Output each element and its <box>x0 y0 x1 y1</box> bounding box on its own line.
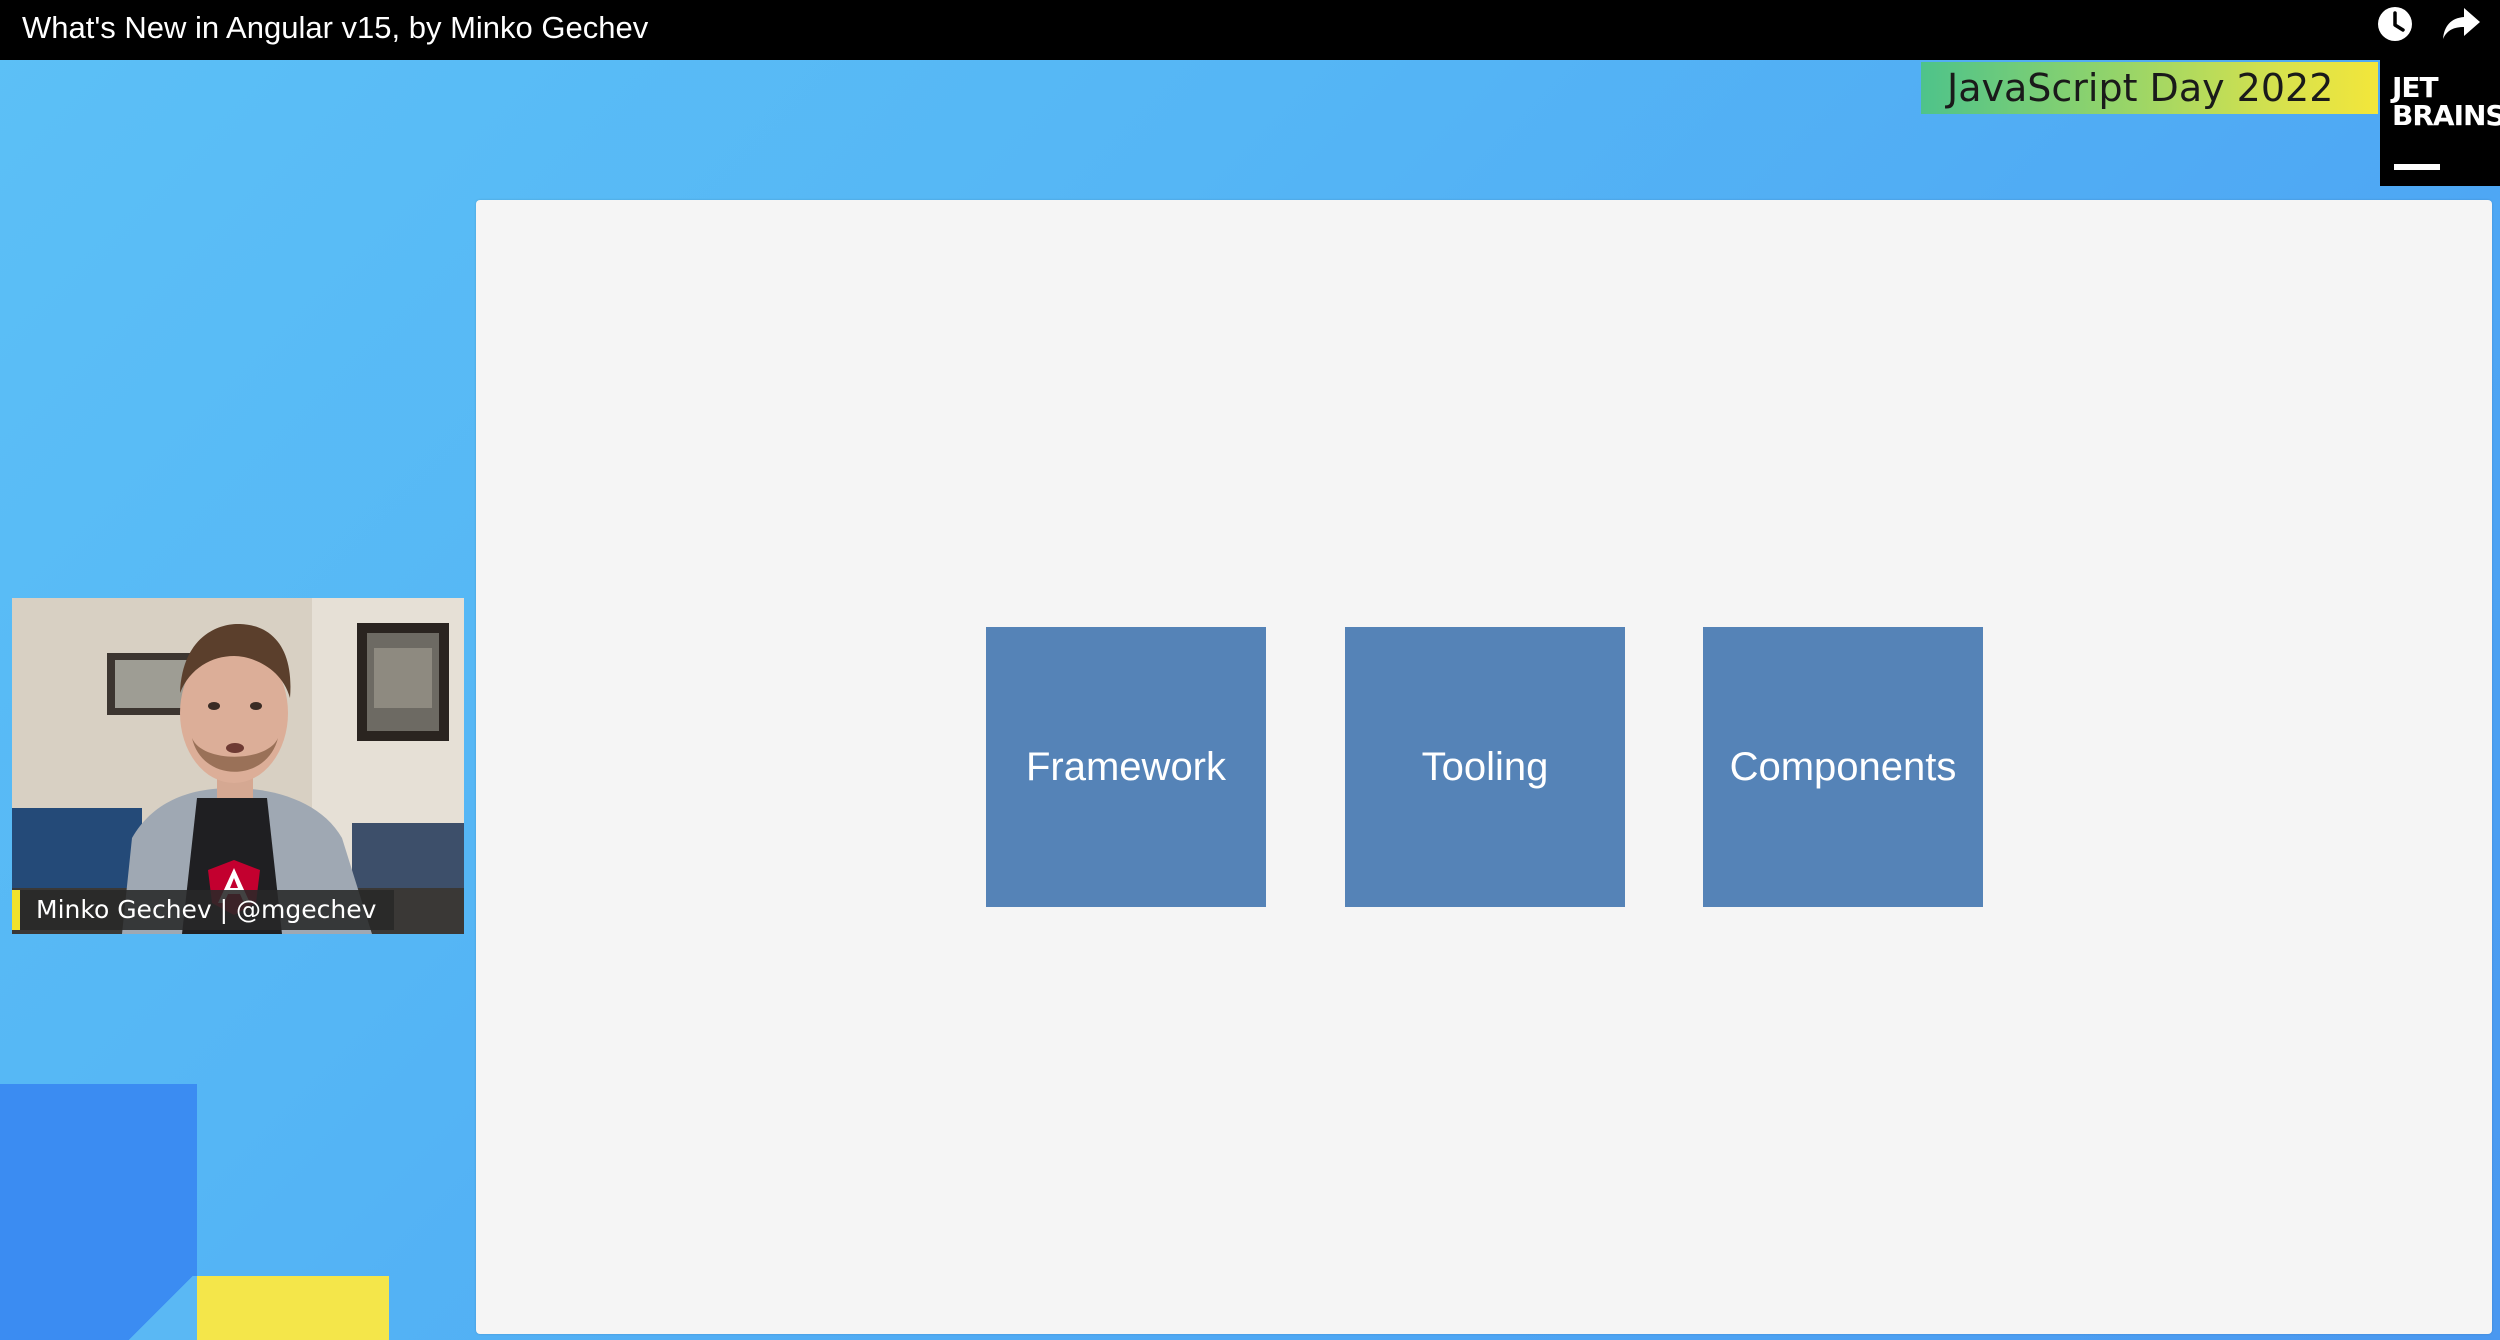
speaker-video-frame <box>12 598 464 934</box>
video-player[interactable]: What's New in Angular v15, by Minko Gech… <box>0 0 2500 1340</box>
slide-box-components: Components <box>1703 627 1983 907</box>
slide-box-framework: Framework <box>986 627 1266 907</box>
jetbrains-logo-line2: BRAINS <box>2392 99 2500 132</box>
watch-later-button[interactable] <box>2375 4 2415 44</box>
title-bar: What's New in Angular v15, by Minko Gech… <box>0 0 2500 60</box>
clock-icon <box>2378 7 2412 41</box>
speaker-webcam: Minko Gechev | @mgechev <box>12 598 464 934</box>
event-name: JavaScript Day 2022 <box>1947 66 2334 110</box>
share-button[interactable] <box>2440 4 2482 44</box>
speaker-tag-accent <box>12 890 20 930</box>
decorative-yellow-square <box>197 1276 389 1340</box>
speaker-name-label: Minko Gechev | @mgechev <box>36 895 377 924</box>
share-arrow-icon <box>2443 8 2480 39</box>
speaker-name-tag: Minko Gechev | @mgechev <box>12 890 395 930</box>
presentation-slide: Framework Tooling Components <box>476 200 2492 1334</box>
jetbrains-logo-bar <box>2394 164 2440 170</box>
jetbrains-logo: JET BRAINS <box>2380 60 2500 186</box>
video-title[interactable]: What's New in Angular v15, by Minko Gech… <box>22 8 648 48</box>
slide-box-tooling: Tooling <box>1345 627 1625 907</box>
event-banner: JavaScript Day 2022 <box>1921 62 2378 114</box>
jetbrains-logo-text: JET BRAINS <box>2392 74 2500 130</box>
decorative-blue-shadow <box>125 1276 197 1340</box>
jetbrains-logo-line1: JET <box>2392 71 2439 104</box>
